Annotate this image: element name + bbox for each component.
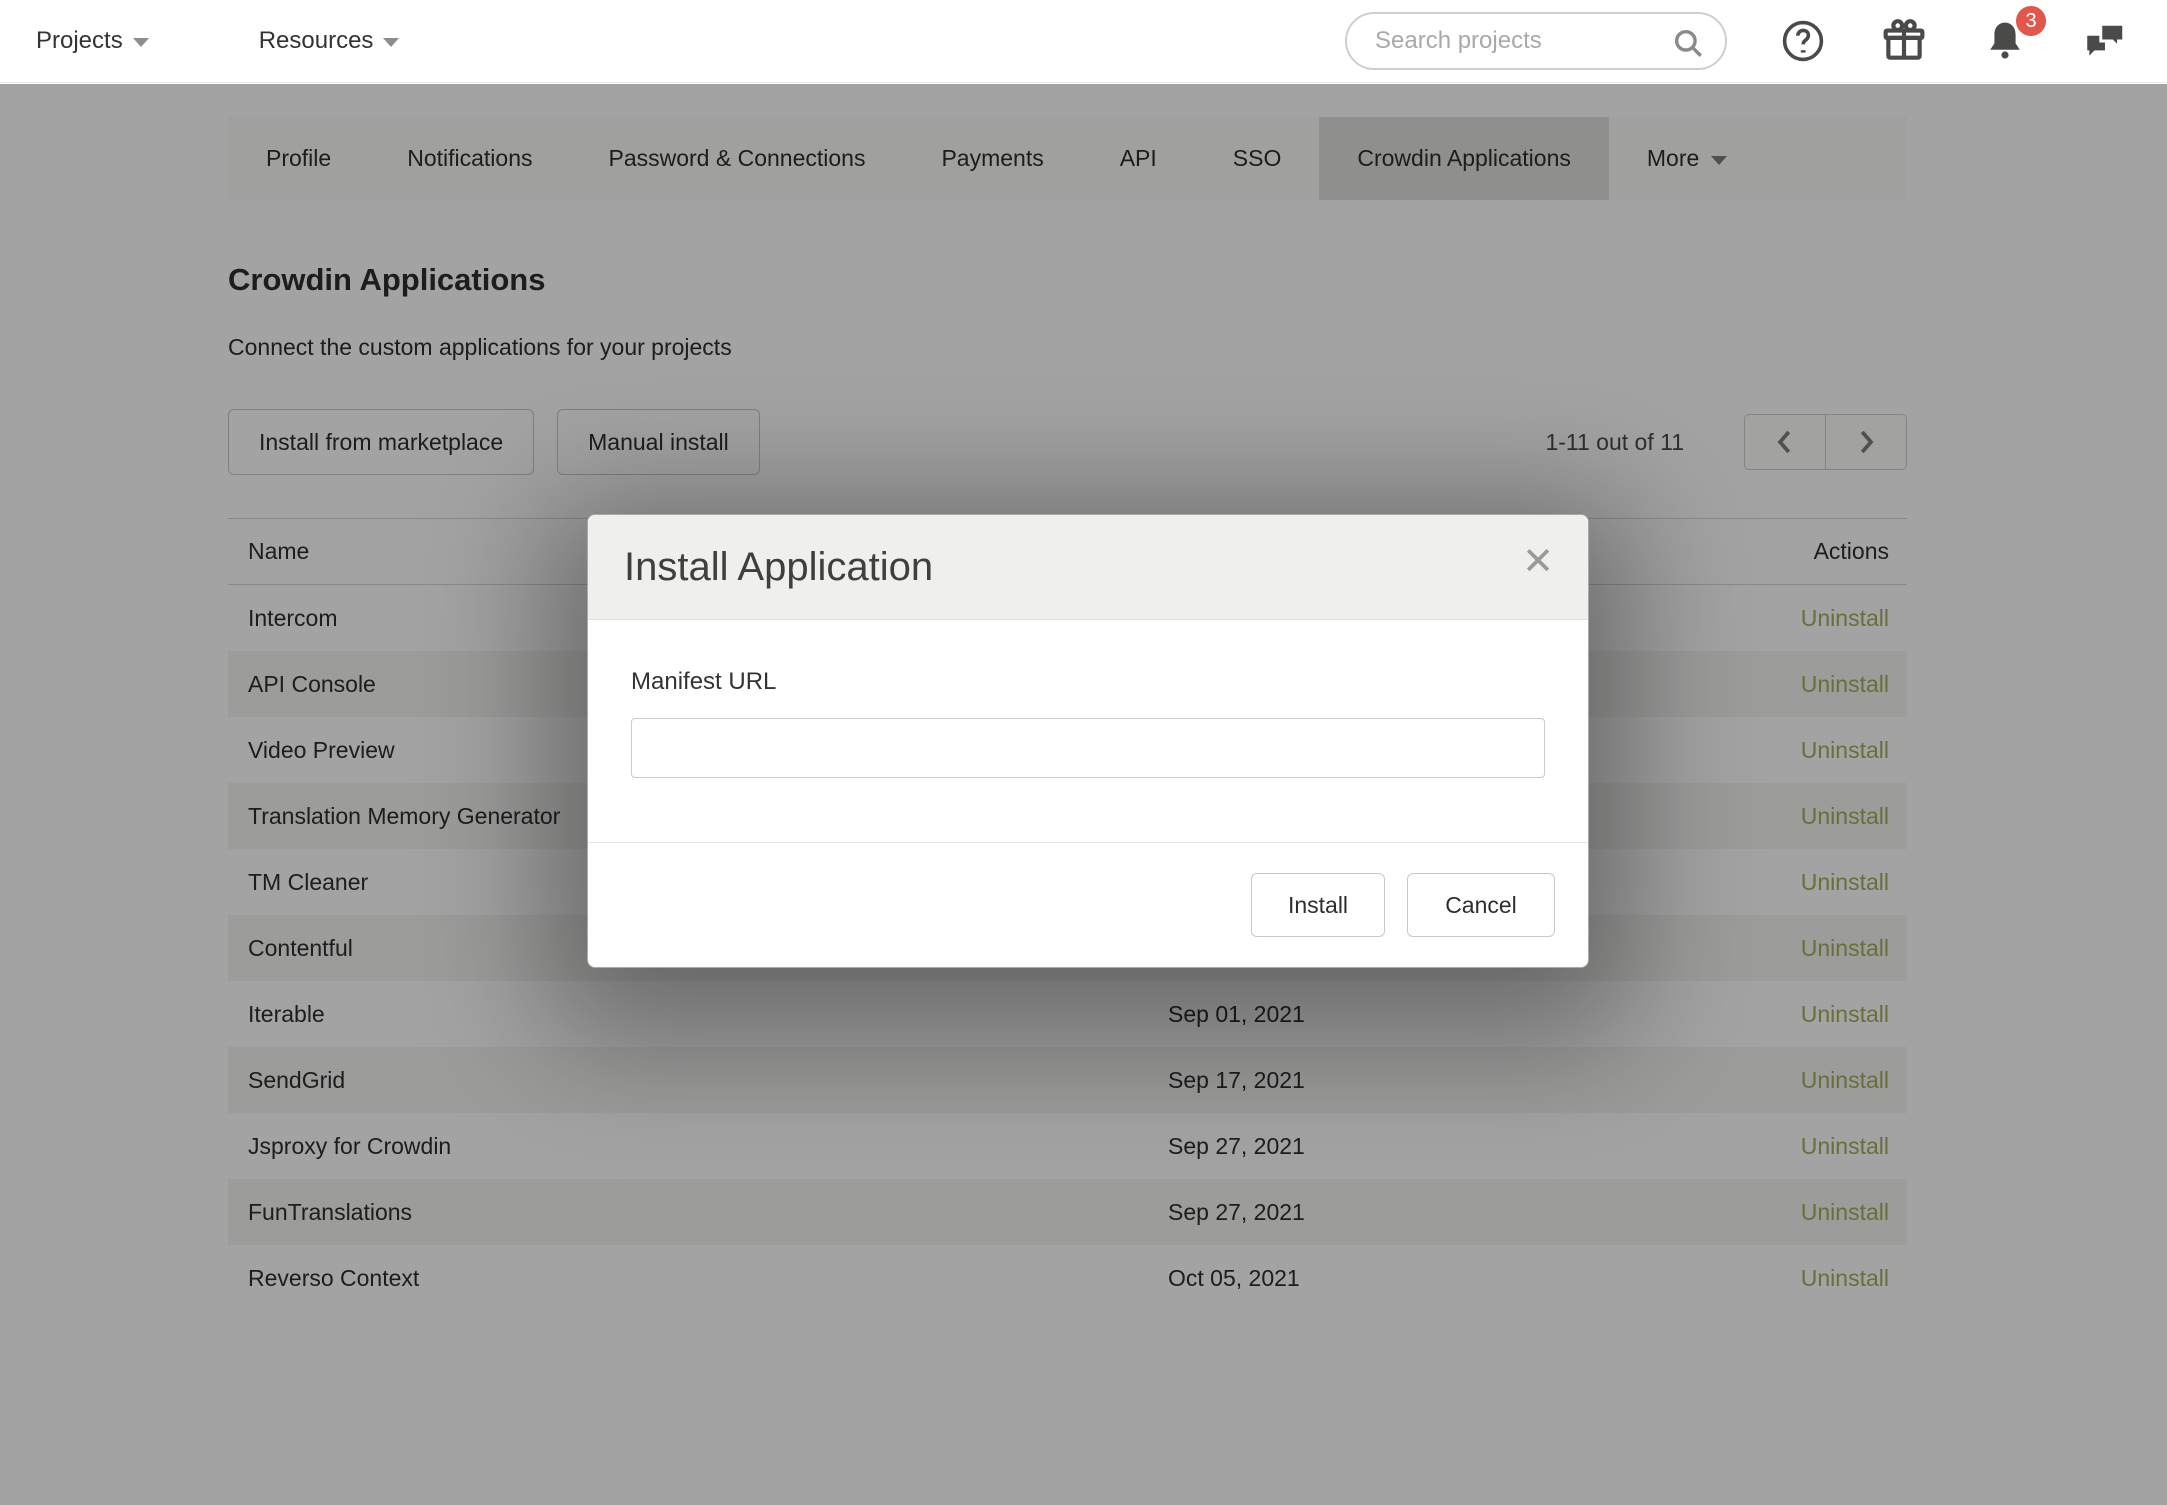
modal-footer: Install Cancel — [588, 842, 1588, 967]
chevron-down-icon — [133, 38, 149, 47]
cancel-button[interactable]: Cancel — [1407, 873, 1555, 937]
resources-menu[interactable]: Resources — [259, 27, 400, 55]
gift-icon — [1879, 16, 1929, 66]
search-icon — [1671, 26, 1705, 60]
chat-icon — [2081, 16, 2131, 66]
notification-badge: 3 — [2013, 3, 2049, 39]
install-application-modal: Install Application ✕ Manifest URL Insta… — [587, 514, 1589, 968]
messages-button[interactable] — [2081, 16, 2131, 66]
help-icon — [1779, 17, 1827, 65]
modal-body: Manifest URL — [588, 620, 1588, 842]
projects-menu-label: Projects — [36, 27, 123, 55]
close-icon[interactable]: ✕ — [1522, 543, 1554, 581]
notifications-button[interactable]: 3 — [1981, 17, 2029, 65]
top-navbar: Projects Resources — [0, 0, 2167, 83]
modal-title: Install Application — [624, 545, 933, 590]
help-button[interactable] — [1779, 17, 1827, 65]
install-button[interactable]: Install — [1251, 873, 1385, 937]
manifest-url-label: Manifest URL — [631, 668, 1545, 696]
search-box — [1345, 12, 1727, 70]
resources-menu-label: Resources — [259, 27, 374, 55]
search-input[interactable] — [1347, 27, 1725, 55]
chevron-down-icon — [383, 38, 399, 47]
manifest-url-input[interactable] — [631, 718, 1545, 778]
gift-button[interactable] — [1879, 16, 1929, 66]
modal-header: Install Application ✕ — [588, 515, 1588, 620]
projects-menu[interactable]: Projects — [36, 27, 149, 55]
